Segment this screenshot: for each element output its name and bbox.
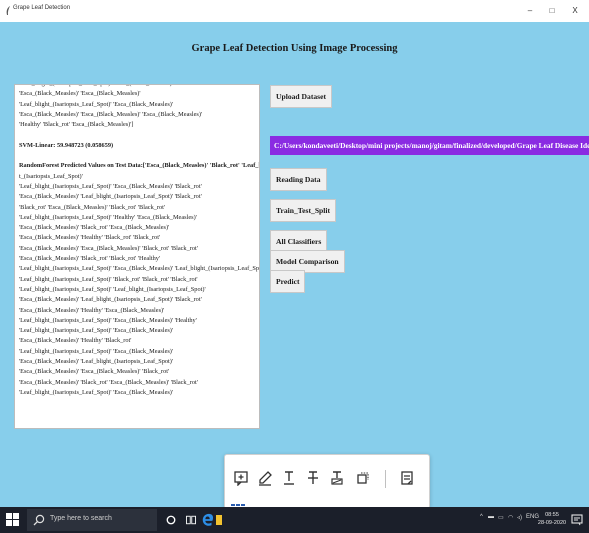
upload-dataset-button[interactable]: Upload Dataset — [270, 85, 332, 108]
output-line: 'Leaf_blight_(Isariopsis_Leaf_Spot)' 'Es… — [19, 347, 174, 355]
output-line: 'Esca_(Black_Measles)' 'Healthy' 'Black_… — [19, 337, 132, 345]
task-view-icon[interactable] — [183, 512, 199, 528]
toolbar-divider — [385, 470, 386, 488]
output-line: 'Leaf_blight_(Isariopsis_Leaf_Spot)' 'Bl… — [19, 275, 198, 283]
output-line: 'Esca_(Black_Measles)' 'Leaf_blight_(Isa… — [19, 358, 174, 366]
output-line: 'Esca_(Black_Measles)' 'Black_rot' 'Esca… — [19, 378, 198, 386]
predict-button[interactable]: Predict — [270, 270, 306, 293]
replace-text-icon[interactable] — [327, 467, 347, 489]
window-title: Grape Leaf Detection — [13, 5, 71, 11]
underline-icon[interactable] — [279, 467, 299, 489]
output-line: SVM-Linear: 59.948723 (0.058659) — [19, 141, 114, 149]
notes-icon[interactable] — [397, 467, 417, 489]
taskbar: Type here to search ^ ▬ ▭ ◠ ◃) ENG 08:55… — [0, 507, 589, 533]
output-lines: 'Leaf_blight_(Isariopsis_Leaf_Spot)' 'Es… — [19, 85, 259, 398]
output-line: 'Esca_(Black_Measles)' 'Esca_(Black_Meas… — [19, 110, 203, 118]
maximize-button[interactable]: □ — [542, 3, 562, 18]
output-line: 'Esca_(Black_Measles)' 'Esca_(Black_Meas… — [19, 90, 141, 98]
battery-icon[interactable]: ▭ — [498, 514, 504, 521]
output-line: 'Esca_(Black_Measles)' 'Healthy' 'Esca_(… — [19, 306, 165, 314]
close-button[interactable]: X — [565, 3, 585, 18]
page-title: Grape Leaf Detection Using Image Process… — [191, 43, 398, 54]
output-line: t_(Isariopsis_Leaf_Spot)' — [19, 172, 83, 180]
output-line: 'Esca_(Black_Measles)' 'Black_rot' 'Esca… — [19, 224, 170, 232]
cortana-icon[interactable] — [163, 512, 179, 528]
output-line: 'Leaf_blight_(Isariopsis_Leaf_Spot)' 'Es… — [19, 100, 174, 108]
search-icon — [33, 514, 45, 526]
output-line: 'Healthy' 'Black_rot' 'Esca_(Black_Measl… — [19, 121, 134, 129]
minimize-button[interactable]: – — [520, 3, 540, 18]
output-line: 'Leaf_blight_(Isariopsis_Leaf_Spot)' 'He… — [19, 213, 197, 221]
taskbar-search-box[interactable]: Type here to search — [27, 509, 157, 531]
notifications-icon[interactable] — [571, 514, 583, 526]
output-text-area[interactable]: 'Leaf_blight_(Isariopsis_Leaf_Spot)' 'Es… — [14, 84, 260, 429]
output-line: 'Leaf_blight_(Isariopsis_Leaf_Spot)' 'Es… — [19, 265, 259, 273]
search-placeholder: Type here to search — [50, 515, 112, 522]
crop-icon[interactable] — [353, 467, 373, 489]
output-line: 'Leaf_blight_(Isariopsis_Leaf_Spot)' 'Es… — [19, 327, 174, 335]
output-line: 'Esca_(Black_Measles)' 'Leaf_blight_(Isa… — [19, 296, 202, 304]
app-content: Grape Leaf Detection Using Image Process… — [0, 22, 589, 507]
edge-browser-icon[interactable] — [200, 512, 216, 528]
wifi-icon[interactable]: ◠ — [508, 514, 513, 521]
tray-chevron-icon[interactable]: ^ — [480, 514, 483, 520]
system-clock[interactable]: 08:55 28-09-2020 — [537, 511, 567, 527]
output-line: 'Esca_(Black_Measles)' 'Black_rot' 'Blac… — [19, 255, 161, 263]
clock-date: 28-09-2020 — [537, 520, 567, 526]
reading-data-button[interactable]: Reading Data — [270, 168, 327, 191]
output-line: 'Esca_(Black_Measles)' 'Healthy' 'Black_… — [19, 234, 161, 242]
annotation-toolbar — [224, 454, 430, 509]
page-indicator-icon — [231, 504, 245, 506]
output-line: 'Leaf_blight_(Isariopsis_Leaf_Spot)' 'Le… — [19, 285, 206, 293]
strikethrough-icon[interactable] — [303, 467, 323, 489]
volume-icon[interactable]: ◃) — [517, 514, 522, 521]
dataset-path-label: C:/Users/kondaveeti/Desktop/mini project… — [270, 136, 589, 155]
file-explorer-icon[interactable] — [216, 512, 222, 528]
windows-start-icon[interactable] — [6, 513, 19, 526]
clock-time: 08:55 — [545, 512, 559, 518]
add-comment-icon[interactable] — [231, 467, 251, 489]
output-line: 'Esca_(Black_Measles)' 'Leaf_blight_(Isa… — [19, 193, 202, 201]
train-test-split-button[interactable]: Train_Test_Split — [270, 199, 337, 222]
output-line: 'Esca_(Black_Measles)' 'Esca_(Black_Meas… — [19, 368, 170, 376]
output-line: 'Esca_(Black_Measles)' 'Esca_(Black_Meas… — [19, 244, 198, 252]
window-titlebar: Grape Leaf Detection – □ X — [0, 0, 589, 22]
output-line: 'Leaf_blight_(Isariopsis_Leaf_Spot)' 'Es… — [19, 316, 197, 324]
output-line: 'Black_rot' 'Esca_(Black_Measles)' 'Blac… — [19, 203, 165, 211]
output-line: RandomForest Predicted Values on Test Da… — [19, 162, 259, 170]
app-feather-icon — [6, 6, 10, 15]
output-line: 'Leaf_blight_(Isariopsis_Leaf_Spot)' 'Es… — [19, 388, 174, 396]
highlighter-icon[interactable] — [255, 467, 275, 489]
network-icon[interactable]: ▬ — [488, 514, 494, 520]
output-line: 'Leaf_blight_(Isariopsis_Leaf_Spot)' 'Es… — [19, 182, 202, 190]
